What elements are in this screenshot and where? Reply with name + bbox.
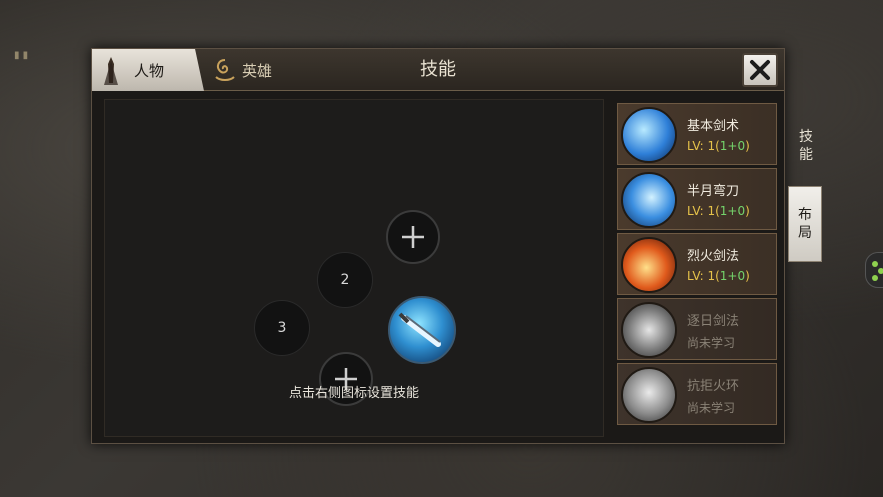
skill-level-close: ) — [745, 139, 750, 153]
skill-item-half-moon-blade[interactable]: 半月弯刀 LV: 1(1+0) — [617, 168, 777, 230]
skill-level: LV: 1(1+0) — [687, 204, 750, 218]
skill-item-repel-ring[interactable]: 抗拒火环 尚未学习 — [617, 363, 777, 425]
skill-name: 半月弯刀 — [687, 184, 740, 199]
equipped-skill-slot[interactable] — [388, 296, 456, 364]
skill-name: 烈火剑法 — [687, 249, 740, 264]
side-tab-layout-char-2: 局 — [798, 225, 812, 241]
background-quest-tabs: ▮ ▮ — [14, 50, 28, 61]
tab-person-label: 人物 — [134, 61, 165, 80]
skill-name: 抗拒火环 — [687, 379, 740, 394]
skill-item-blazing-sword[interactable]: 烈火剑法 LV: 1(1+0) — [617, 233, 777, 295]
skill-status: 尚未学习 — [687, 336, 736, 350]
skill-level-base: LV: 1( — [687, 204, 720, 218]
skill-item-basic-swordsmanship[interactable]: 基本剑术 LV: 1(1+0) — [617, 103, 777, 165]
skill-level-bonus: 1+0 — [719, 269, 746, 283]
side-tab-skills-char-2: 能 — [799, 147, 813, 163]
skill-name: 逐日剑法 — [687, 314, 740, 329]
background-tab-indicator: ▮ ▮ — [14, 50, 29, 61]
layout-hint: 点击右侧图标设置技能 — [288, 386, 419, 401]
skill-name: 基本剑术 — [687, 119, 740, 134]
menu-dot — [878, 268, 883, 274]
tab-hero[interactable]: 英雄 — [204, 49, 294, 91]
skill-level-base: LV: 1( — [687, 269, 720, 283]
menu-dot — [872, 261, 878, 267]
skill-level-bonus: 1+0 — [719, 204, 746, 218]
tab-hero-label: 英雄 — [242, 61, 273, 80]
fire-sword-icon — [621, 237, 677, 293]
skill-dialog: 人物 英雄 技能 2 3 点击右侧图标设置技能 基本剑术 LV: 1(1+0) … — [91, 48, 785, 444]
skill-status: 尚未学习 — [687, 401, 736, 415]
skill-level-close: ) — [745, 269, 750, 283]
hero-emblem-icon — [215, 59, 235, 81]
skill-item-sun-chase-sword[interactable]: 逐日剑法 尚未学习 — [617, 298, 777, 360]
side-tab-layout[interactable]: 布 局 — [788, 186, 822, 262]
skill-level: LV: 1(1+0) — [687, 269, 750, 283]
crescent-blade-icon — [621, 172, 677, 228]
background-menu-button[interactable] — [865, 252, 883, 288]
skill-slot-2[interactable]: 2 — [317, 252, 373, 308]
skill-slot-3[interactable]: 3 — [254, 300, 310, 356]
dialog-header: 人物 英雄 技能 — [92, 49, 784, 91]
character-silhouette-icon — [104, 57, 118, 85]
close-button[interactable] — [742, 53, 778, 87]
add-skill-slot-top[interactable] — [386, 210, 440, 264]
sword-strike-icon — [398, 312, 441, 347]
side-tab-skills-char-1: 技 — [799, 129, 813, 145]
tab-person[interactable]: 人物 — [92, 49, 204, 91]
sword-strike-icon — [621, 107, 677, 163]
close-icon — [750, 60, 770, 80]
skill-level-close: ) — [745, 204, 750, 218]
side-tab-skills[interactable]: 技 能 — [789, 120, 823, 172]
plus-icon — [402, 226, 424, 248]
skill-layout-area: 2 3 点击右侧图标设置技能 — [104, 99, 604, 437]
repel-ring-icon — [621, 367, 677, 423]
menu-dot — [872, 275, 878, 281]
sun-chase-sword-icon — [621, 302, 677, 358]
skill-level-bonus: 1+0 — [719, 139, 746, 153]
skill-level-base: LV: 1( — [687, 139, 720, 153]
skill-level: LV: 1(1+0) — [687, 139, 750, 153]
skill-list: 基本剑术 LV: 1(1+0) 半月弯刀 LV: 1(1+0) 烈火剑法 LV:… — [617, 103, 777, 428]
side-tab-layout-char-1: 布 — [798, 207, 812, 223]
